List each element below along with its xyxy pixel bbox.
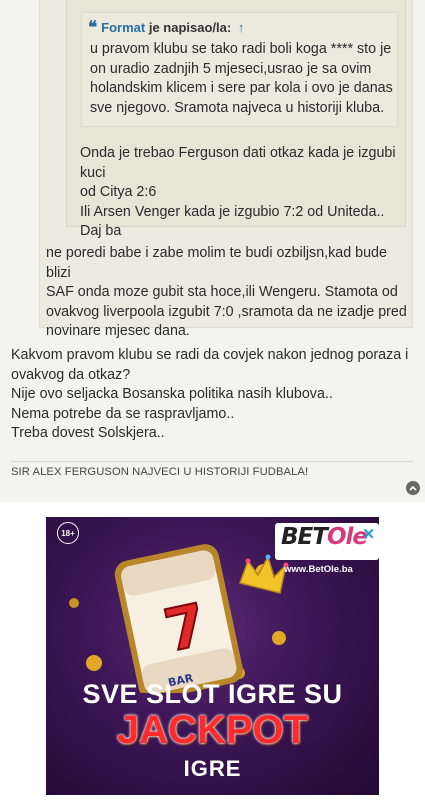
- jump-to-quote-icon[interactable]: ↑: [238, 20, 245, 35]
- close-icon[interactable]: ✕: [362, 525, 375, 543]
- text-line: Nije ovo seljacka Bosanska politika nasi…: [11, 386, 333, 403]
- text-line: Kakvom pravom klubu se radi da covjek na…: [11, 347, 409, 363]
- ad-url[interactable]: www.BetOle.ba: [284, 564, 353, 575]
- slot-machine-graphic: 7 BAR: [69, 544, 289, 693]
- age-restriction-badge: 18+: [57, 522, 79, 544]
- brand-bet: BET: [281, 524, 328, 550]
- quote-icon: ❝: [88, 18, 98, 38]
- ad-headline-bottom: IGRE: [183, 756, 242, 781]
- text-line: on uradio zadnjih 5 mjeseci,usrao je sa …: [90, 60, 372, 77]
- text-line: Treba dovest Solskjera..: [11, 425, 165, 442]
- middle-quote-text: Onda je trebao Ferguson dati otkaz kada …: [80, 144, 402, 242]
- text-line: ovakvog liverpoola izgubit 7:0 ,sramota …: [46, 303, 407, 320]
- text-line: SAF onda moze gubit sta hoce,ili Wengeru…: [46, 284, 398, 301]
- ad-headline-jackpot: JACKPOT: [116, 708, 309, 752]
- forum-post: ❝ Format je napisao/la: ↑ u pravom klubu …: [0, 0, 425, 502]
- text-line: ovakvog da otkaz?: [11, 366, 131, 383]
- quote-citation: ❝ Format je napisao/la: ↑: [88, 19, 244, 37]
- quote-wrote-label: je napisao/la:: [148, 20, 232, 35]
- user-signature: SIR ALEX FERGUSON NAJVECI U HISTORIJI FU…: [11, 466, 309, 478]
- text-line: Daj ba: [80, 223, 122, 240]
- betole-advertisement[interactable]: 18+ 7 BAR BETOle ✕ www.BetOle.ba SVE SLO…: [46, 517, 379, 795]
- text-line: holandskim klicem i sere par kola i ovo …: [90, 80, 393, 97]
- text-line: od Citya 2:6: [80, 184, 157, 201]
- chevron-up-circle-icon[interactable]: [406, 481, 420, 495]
- ad-headline-top: SVE SLOT IGRE SU: [82, 679, 343, 709]
- text-line: sve njegovo. Sramota najveca u historiji…: [90, 99, 385, 116]
- text-line: Ili Arsen Venger kada je izgubio 7:2 od …: [80, 203, 385, 220]
- outer-quote-text: ne poredi babe i zabe molim te budi ozbi…: [46, 244, 410, 342]
- nested-quote-text: u pravom klubu se tako radi boli koga **…: [90, 40, 395, 118]
- text-line: u pravom klubu se tako radi boli koga **…: [90, 41, 392, 57]
- quote-author-link[interactable]: Format: [101, 20, 145, 35]
- post-body: Kakvom pravom klubu se radi da covjek na…: [11, 346, 416, 444]
- betole-logo[interactable]: BETOle ✕: [275, 523, 379, 560]
- signature-divider: [11, 461, 413, 462]
- text-line: ne poredi babe i zabe molim te budi ozbi…: [46, 245, 387, 281]
- text-line: Nema potrebe da se raspravljamo..: [11, 405, 235, 422]
- text-line: Onda je trebao Ferguson dati otkaz kada …: [80, 145, 396, 181]
- text-line: novinare mjesec dana.: [46, 323, 190, 340]
- brand-ole: Ole: [326, 524, 368, 550]
